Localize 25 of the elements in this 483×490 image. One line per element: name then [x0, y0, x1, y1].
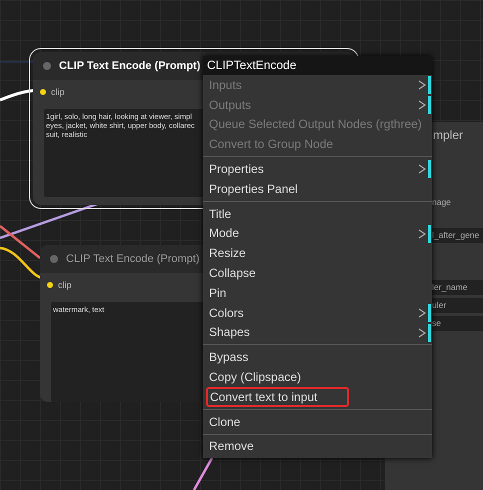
menu-item[interactable]: Bypass [203, 347, 248, 368]
menu-item[interactable]: Collapse [203, 263, 256, 283]
menu-item[interactable]: Copy (Clipspace) [203, 367, 302, 387]
node-title: CLIP Text Encode (Prompt) [66, 253, 200, 265]
input-label: clip [51, 87, 65, 97]
menu-item[interactable]: Properties Panel [203, 178, 298, 199]
menu-item[interactable]: Convert text to input [206, 386, 349, 407]
menu-item[interactable]: Title [203, 204, 232, 224]
input-slot-icon[interactable] [40, 89, 46, 95]
input-label: clip [58, 280, 72, 290]
menu-item[interactable]: Pin [203, 282, 226, 303]
menu-item[interactable]: Shapes [203, 322, 250, 342]
wire [192, 457, 214, 490]
node-title: CLIP Text Encode (Prompt) [59, 60, 200, 72]
menu-item[interactable]: Remove [203, 436, 254, 456]
menu-item[interactable]: Properties [203, 159, 264, 179]
menu-item[interactable]: Resize [203, 243, 246, 264]
input-slot-icon[interactable] [47, 282, 53, 288]
node-title: mpler [433, 128, 464, 142]
menu-item[interactable]: Colors [203, 302, 244, 323]
collapse-dot-icon[interactable] [50, 255, 58, 263]
menu-item[interactable]: Clone [203, 412, 240, 432]
collapse-dot-icon[interactable] [43, 62, 51, 70]
menu-item[interactable]: Mode [203, 224, 240, 244]
menu-title: CLIPTextEncode [203, 56, 432, 75]
